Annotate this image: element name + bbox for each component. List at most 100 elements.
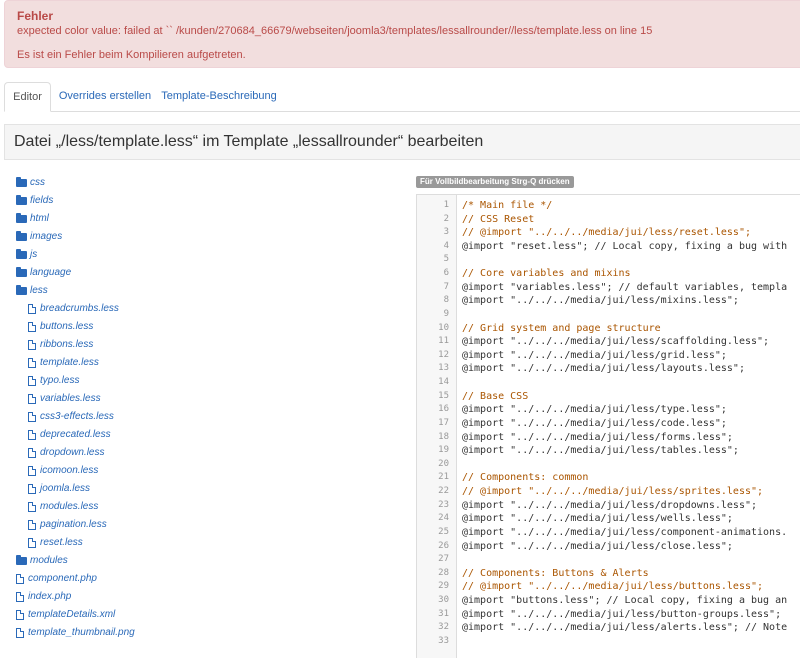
folder-label: less: [30, 285, 48, 296]
folder-html[interactable]: html: [16, 211, 49, 227]
file-label: icomoon.less: [40, 465, 99, 476]
file-icon: [28, 448, 36, 458]
file-label: reset.less: [40, 537, 83, 548]
line-code: // Components: Buttons & Alerts: [462, 567, 649, 579]
line-number: 13: [438, 363, 449, 374]
line-code: @import "../../../media/jui/less/forms.l…: [462, 431, 733, 443]
folder-language[interactable]: language: [16, 265, 71, 281]
folder-js[interactable]: js: [16, 247, 37, 263]
folder-modules[interactable]: modules: [16, 553, 68, 569]
file-typo-less[interactable]: typo.less: [28, 373, 79, 389]
folder-icon: [16, 195, 27, 205]
line-code: @import "../../../media/jui/less/alerts.…: [462, 622, 788, 634]
line-code: // Base CSS: [462, 390, 529, 402]
line-code: @import "../../../media/jui/less/button-…: [462, 608, 782, 620]
file-templatedetails-xml[interactable]: templateDetails.xml: [16, 607, 115, 623]
line-number: 2: [443, 213, 449, 224]
file-icon: [28, 322, 36, 332]
file-icon: [28, 340, 36, 350]
line-code: @import "../../../media/jui/less/close.l…: [462, 540, 733, 552]
line-number: 5: [443, 254, 449, 265]
file-css3-effects-less[interactable]: css3-effects.less: [28, 409, 114, 425]
file-buttons-less[interactable]: buttons.less: [28, 319, 93, 335]
file-label: css3-effects.less: [40, 411, 114, 422]
line-code: @import "../../../media/jui/less/wells.l…: [462, 513, 733, 525]
folder-label: fields: [30, 195, 54, 206]
file-icon: [28, 394, 36, 404]
line-number: 7: [443, 281, 449, 292]
code-editor[interactable]: 1 /* Main file */ 2 // CSS Reset 3 // @import…: [416, 194, 800, 658]
file-label: component.php: [28, 573, 97, 584]
line-number: 26: [438, 540, 449, 551]
file-variables-less[interactable]: variables.less: [28, 391, 101, 407]
line-code: // Components: common: [462, 472, 589, 484]
line-code: // CSS Reset: [462, 213, 535, 225]
file-joomla-less[interactable]: joomla.less: [28, 481, 90, 497]
line-number: 14: [438, 377, 449, 388]
line-number: 24: [438, 513, 449, 524]
folder-label: css: [30, 177, 45, 188]
file-icomoon-less[interactable]: icomoon.less: [28, 463, 98, 479]
file-icon: [28, 304, 36, 314]
file-icon: [28, 520, 36, 530]
file-label: deprecated.less: [40, 429, 111, 440]
line-code: @import "../../../media/jui/less/dropdow…: [462, 499, 758, 511]
line-number: 12: [438, 349, 449, 360]
line-number: 25: [438, 526, 449, 537]
line-code: // @import "../../../media/jui/less/butt…: [462, 581, 764, 593]
folder-label: images: [30, 231, 63, 242]
file-dropdown-less[interactable]: dropdown.less: [28, 445, 104, 461]
file-modules-less[interactable]: modules.less: [28, 499, 98, 515]
file-deprecated-less[interactable]: deprecated.less: [28, 427, 111, 443]
folder-label: js: [30, 249, 38, 260]
line-number: 11: [438, 336, 449, 347]
file-label: dropdown.less: [40, 447, 105, 458]
file-label: template.less: [40, 357, 99, 368]
file-breadcrumbs-less[interactable]: breadcrumbs.less: [28, 301, 119, 317]
line-code: @import "buttons.less"; // Local copy, f…: [462, 594, 788, 606]
line-number: 19: [438, 445, 449, 456]
folder-css[interactable]: css: [16, 175, 45, 191]
file-component-php[interactable]: component.php: [16, 571, 97, 587]
file-pagination-less[interactable]: pagination.less: [28, 517, 107, 533]
line-number: 1: [443, 200, 449, 210]
file-label: joomla.less: [40, 483, 91, 494]
folder-label: html: [30, 213, 49, 224]
line-number: 10: [438, 322, 449, 333]
file-icon: [28, 538, 36, 548]
line-number: 17: [438, 417, 449, 428]
line-number: 23: [438, 499, 449, 510]
file-label: template_thumbnail.png: [28, 627, 135, 638]
line-code: @import "../../../media/jui/less/tables.…: [462, 445, 739, 457]
folder-icon: [16, 267, 27, 277]
folder-fields[interactable]: fields: [16, 193, 53, 209]
line-code: @import "../../../media/jui/less/mixins.…: [462, 295, 739, 307]
line-code: // @import "../../../media/jui/less/rese…: [462, 227, 751, 239]
file-template-less[interactable]: template.less: [28, 355, 99, 371]
file-template-thumbnail-png[interactable]: template_thumbnail.png: [16, 625, 135, 641]
line-number: 8: [443, 295, 449, 306]
file-label: modules.less: [40, 501, 99, 512]
line-number: 27: [438, 554, 449, 565]
line-number: 28: [438, 567, 449, 578]
file-label: pagination.less: [40, 519, 107, 530]
line-number: 31: [438, 608, 449, 619]
file-ribbons-less[interactable]: ribbons.less: [28, 337, 93, 353]
line-number: 6: [443, 268, 449, 279]
line-code: @import "../../../media/jui/less/type.le…: [462, 404, 727, 416]
folder-icon: [16, 213, 27, 223]
folder-images[interactable]: images: [16, 229, 62, 245]
file-label: templateDetails.xml: [28, 609, 116, 620]
line-number: 30: [438, 594, 449, 605]
file-label: ribbons.less: [40, 339, 94, 350]
file-index-php[interactable]: index.php: [16, 589, 71, 605]
file-label: buttons.less: [40, 321, 94, 332]
line-number: 15: [438, 390, 449, 401]
line-code: @import "reset.less"; // Local copy, fix…: [462, 240, 788, 252]
line-code: @import "../../../media/jui/less/compone…: [462, 526, 788, 538]
folder-icon: [16, 555, 27, 565]
file-reset-less[interactable]: reset.less: [28, 535, 83, 551]
line-code: @import "variables.less"; // default var…: [462, 281, 788, 293]
folder-less[interactable]: less: [16, 283, 48, 299]
file-label: breadcrumbs.less: [40, 303, 119, 314]
